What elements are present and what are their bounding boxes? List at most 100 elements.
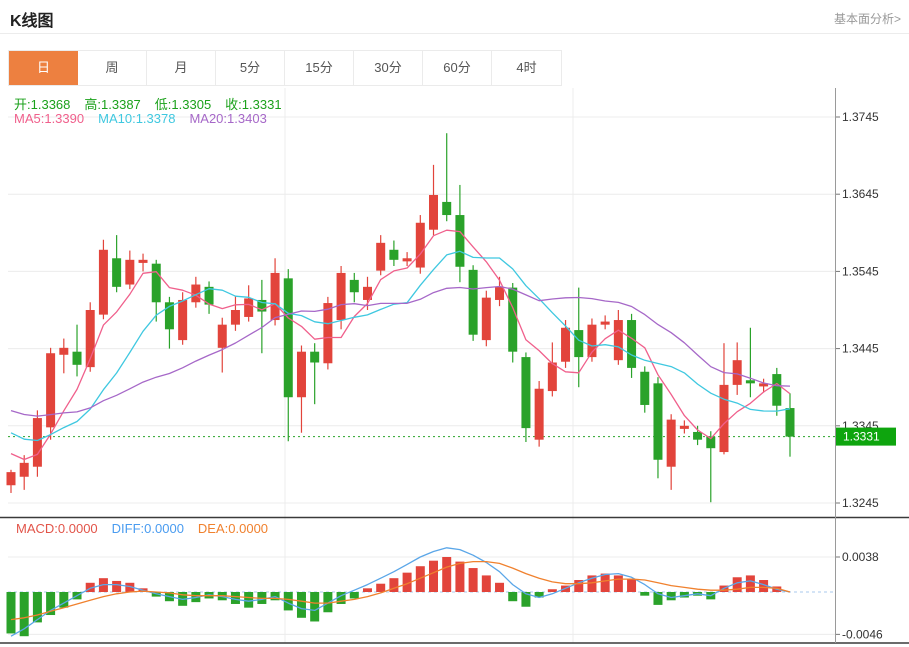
candle-down [151, 263, 161, 303]
candle-down [785, 408, 795, 437]
macd-bar-positive [376, 583, 386, 592]
ohlc-legend-value: 1.3331 [241, 97, 282, 112]
candle-up [98, 249, 108, 315]
ohlc-legend-label: 高: [84, 97, 102, 112]
macd-bar-positive [429, 560, 439, 592]
candle-down [112, 258, 122, 287]
macd-histogram [6, 557, 782, 637]
ma-legend-label: MA5: [14, 111, 45, 126]
candle-down [653, 383, 663, 460]
macd-bar-positive [112, 580, 122, 592]
candle-up [296, 351, 306, 398]
candle-up [732, 360, 742, 385]
macd-legend-item: DIFF:0.0000 [112, 521, 184, 536]
macd-bar-positive [442, 557, 452, 592]
macd-legend-value: 0.0000 [57, 521, 98, 536]
candle-up [481, 297, 491, 341]
candle-up [230, 310, 240, 325]
candle-up [336, 272, 346, 321]
candle-up [402, 258, 412, 262]
macd-bar-negative [640, 592, 650, 596]
candles-layer [6, 133, 795, 503]
ohlc-legend-value: 1.3387 [101, 97, 141, 112]
candle-down [389, 249, 399, 260]
ma-legend-value: 1.3403 [227, 111, 267, 126]
price-tick-label: 1.3245 [842, 496, 879, 510]
macd-bar-negative [349, 592, 359, 599]
macd-bar-positive [627, 579, 637, 592]
candle-up [244, 298, 254, 317]
candle-down [283, 278, 293, 398]
macd-legend-item: MACD:0.0000 [16, 521, 98, 536]
candle-up [270, 272, 280, 321]
ohlc-legend-value: 1.3368 [30, 97, 71, 112]
macd-bar-positive [600, 573, 610, 592]
candle-up [561, 327, 571, 362]
current-price-badge-label: 1.3331 [843, 430, 880, 444]
candle-down [310, 351, 320, 363]
candle-down [349, 279, 359, 293]
macd-tick-label: 0.0038 [842, 550, 879, 564]
candle-up [719, 384, 729, 453]
candle-up [6, 472, 16, 486]
candle-down [521, 357, 531, 429]
candle-up [495, 286, 505, 300]
macd-legend-value: 0.0000 [228, 521, 269, 536]
macd-bar-negative [296, 592, 306, 618]
candle-up [138, 259, 148, 263]
macd-legend-label: MACD: [16, 521, 58, 536]
candle-up [679, 425, 689, 429]
candle-down [508, 287, 518, 352]
macd-legend-value: 0.0000 [144, 521, 184, 536]
candle-down [640, 371, 650, 405]
candle-up [217, 324, 227, 348]
macd-bar-positive [468, 568, 478, 592]
macd-legend-item: DEA:0.0000 [198, 521, 268, 536]
macd-bar-negative [310, 592, 320, 622]
ma-legend-item: MA20:1.3403 [189, 111, 266, 126]
candle-up [59, 347, 69, 355]
candle-down [627, 320, 637, 368]
macd-bar-negative [6, 592, 16, 634]
ohlc-legend-value: 1.3305 [171, 97, 212, 112]
ma-legend-label: MA10: [98, 111, 136, 126]
candle-up [32, 418, 42, 467]
price-tick-label: 1.3445 [842, 342, 879, 356]
candle-up [46, 353, 56, 428]
macd-bar-positive [455, 561, 465, 592]
candle-down [745, 380, 755, 384]
price-tick-label: 1.3545 [842, 264, 879, 278]
candle-up [19, 462, 29, 477]
ohlc-legend-label: 开: [14, 97, 31, 112]
ma-legend-value: 1.3378 [135, 111, 176, 126]
macd-bar-positive [362, 588, 372, 592]
candle-down [693, 431, 703, 440]
macd-bar-negative [19, 592, 29, 637]
chart-layers: 1.37451.36451.35451.34451.33451.32450.00… [0, 88, 909, 644]
ohlc-legend-label: 低: [154, 97, 172, 112]
candle-up [600, 321, 610, 325]
candle-up [415, 222, 425, 268]
macd-bar-negative [508, 592, 518, 602]
macd-bar-negative [244, 592, 254, 608]
candle-up [666, 419, 676, 467]
candle-up [376, 242, 386, 271]
price-tick-label: 1.3645 [842, 187, 879, 201]
candle-down [455, 215, 465, 267]
candle-up [429, 194, 439, 230]
candle-down [72, 351, 82, 365]
macd-bar-positive [481, 575, 491, 592]
ma-legend-item: MA10:1.3378 [98, 111, 175, 126]
macd-bar-positive [613, 575, 623, 592]
ma-legend-label: MA20: [189, 111, 228, 126]
ohlc-legend-label: 收: [225, 97, 242, 112]
candle-down [574, 330, 584, 358]
candle-up [323, 303, 333, 364]
macd-bar-positive [547, 589, 557, 592]
price-axis: 1.37451.36451.35451.34451.33451.32450.00… [835, 110, 883, 641]
ma-legend: MA5:1.3390 MA10:1.3378 MA20:1.3403 [14, 111, 281, 126]
grid-layer [8, 88, 835, 643]
candle-down [468, 269, 478, 335]
ma-legend-item: MA5:1.3390 [14, 111, 84, 126]
ma-legend-value: 1.3390 [44, 111, 85, 126]
